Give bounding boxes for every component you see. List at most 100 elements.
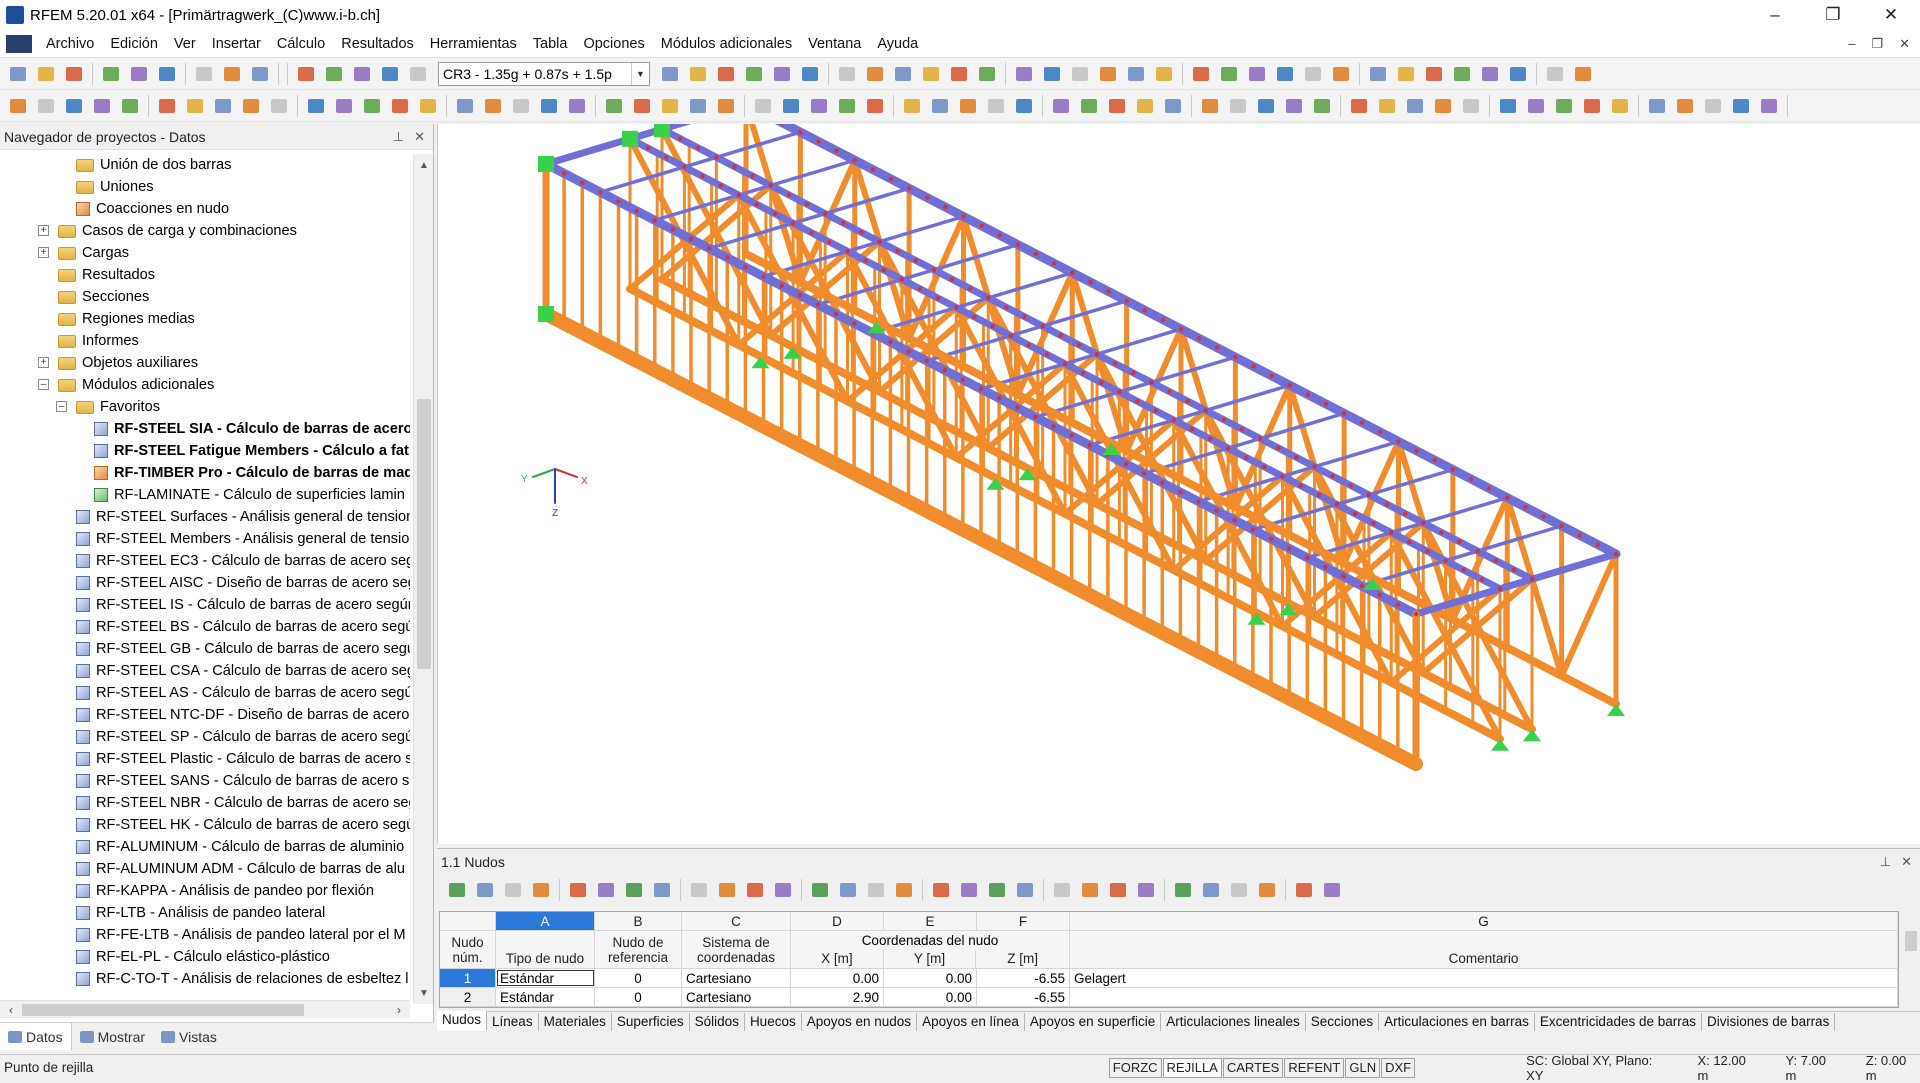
tree-item[interactable]: Coacciones en nudo [76, 198, 229, 220]
main-tool-button[interactable] [1506, 62, 1530, 86]
cell-tipo[interactable]: Estándar [496, 988, 595, 1006]
node-point[interactable] [996, 396, 1002, 401]
node-point[interactable] [833, 311, 839, 317]
tree-item[interactable]: + Casos de carga y combinaciones [38, 220, 297, 242]
node-point[interactable] [881, 267, 886, 273]
secondary-tool-button[interactable] [1552, 94, 1576, 118]
node-point[interactable] [1196, 499, 1201, 504]
secondary-tool-button[interactable] [388, 94, 412, 118]
table-row[interactable]: 1 Estándar 0 Cartesiano 0.00 0.00 -6.55 … [440, 969, 1898, 988]
tree-item[interactable]: RF-FE-LTB - Análisis de pandeo lateral p… [76, 924, 406, 946]
secondary-tool-button[interactable] [183, 94, 207, 118]
table-tool-button[interactable] [957, 878, 981, 902]
node-point[interactable] [1450, 467, 1456, 472]
secondary-tool-button[interactable] [90, 94, 114, 118]
expand-icon[interactable]: + [38, 357, 49, 368]
node-point[interactable] [961, 214, 966, 219]
cell-y[interactable]: 0.00 [884, 988, 977, 1006]
node-point[interactable] [960, 377, 966, 382]
main-tool-button[interactable] [798, 62, 822, 86]
node-point[interactable] [1529, 577, 1535, 582]
secondary-tool-button[interactable] [984, 94, 1008, 118]
table-tab[interactable]: Sólidos [689, 1013, 745, 1031]
node-point[interactable] [1087, 443, 1092, 448]
collapse-icon[interactable]: – [56, 401, 67, 412]
support-icon[interactable] [1523, 729, 1541, 742]
node-point[interactable] [1269, 373, 1274, 379]
node-point[interactable] [978, 386, 984, 392]
tree-item[interactable]: RF-STEEL NTC-DF - Diseño de barras de ac… [76, 704, 410, 726]
node-point[interactable] [1384, 502, 1390, 507]
node-point[interactable] [1316, 492, 1321, 498]
cell-y[interactable]: 0.00 [884, 969, 977, 987]
table-row[interactable]: 2 Estándar 0 Cartesiano 2.90 0.00 -6.55 [440, 988, 1898, 1007]
axis-x-line[interactable] [554, 468, 578, 478]
node-point[interactable] [1541, 514, 1546, 519]
node-point[interactable] [1099, 380, 1104, 385]
node-point[interactable] [645, 145, 651, 151]
node-point[interactable] [1352, 511, 1358, 516]
node-point[interactable] [1069, 433, 1074, 439]
cell-tipo[interactable]: Estándar [496, 969, 595, 987]
secondary-tool-button[interactable] [1347, 94, 1371, 118]
table-tool-button[interactable] [1106, 878, 1130, 902]
tree-item[interactable]: RF-STEEL HK - Cálculo de barras de acero… [76, 814, 410, 836]
table-tool-button[interactable] [864, 878, 888, 902]
node-point[interactable] [979, 223, 984, 229]
tree-item[interactable]: Unión de dos barras [76, 154, 231, 176]
table-tool-button[interactable] [501, 878, 525, 902]
node-point[interactable] [1167, 389, 1172, 394]
table-tool-button[interactable] [808, 878, 832, 902]
tree-item[interactable]: RF-TIMBER Pro - Cálculo de barras de mad [94, 462, 410, 484]
node-point[interactable] [1178, 489, 1183, 495]
secondary-tool-button[interactable] [1403, 94, 1427, 118]
main-tool-button[interactable] [34, 62, 58, 86]
node-point[interactable] [718, 183, 723, 188]
main-tool-button[interactable] [294, 62, 318, 86]
node-point[interactable] [863, 258, 868, 263]
tree-item[interactable]: Secciones [58, 286, 149, 308]
secondary-tool-button[interactable] [956, 94, 980, 118]
close-icon[interactable]: ✕ [414, 129, 425, 145]
node-point[interactable] [1479, 577, 1485, 582]
tree-item[interactable]: – Módulos adicionales [38, 374, 214, 396]
node-point[interactable] [725, 255, 730, 260]
main-tool-button[interactable] [742, 62, 766, 86]
table-tool-button[interactable] [771, 878, 795, 902]
secondary-tool-button[interactable] [509, 94, 533, 118]
col-letter-f[interactable]: F [977, 912, 1070, 930]
node-point[interactable] [1413, 611, 1419, 617]
node-point[interactable] [1135, 399, 1140, 404]
collapse-icon[interactable]: – [38, 379, 49, 390]
secondary-tool-button[interactable] [1161, 94, 1185, 118]
main-tool-button[interactable] [1571, 62, 1595, 86]
table-tab[interactable]: Apoyos en superficie [1024, 1013, 1162, 1031]
node-point[interactable] [561, 171, 567, 176]
node-point[interactable] [895, 248, 900, 254]
node-point[interactable] [1396, 439, 1401, 444]
secondary-tool-button[interactable] [658, 94, 682, 118]
support-icon[interactable] [1607, 704, 1625, 716]
node-point[interactable] [1251, 364, 1256, 369]
navigator-vscroll[interactable]: ▲ ▼ [413, 154, 433, 1004]
status-rejilla-button[interactable]: REJILLA [1162, 1057, 1222, 1078]
tree-item[interactable]: RF-STEEL BS - Cálculo de barras de acero… [76, 616, 410, 638]
doc-restore-button[interactable]: ❐ [1871, 36, 1883, 52]
secondary-tool-button[interactable] [1431, 94, 1455, 118]
tree-item[interactable]: + Cargas [38, 242, 129, 264]
restore-button[interactable]: ❐ [1804, 0, 1862, 30]
tab-datos[interactable]: Datos [0, 1023, 72, 1050]
tree-item[interactable]: + Objetos auxiliares [38, 352, 198, 374]
node-point[interactable] [688, 236, 694, 242]
menu-resultados[interactable]: Resultados [333, 36, 422, 52]
node-point[interactable] [1215, 345, 1220, 350]
fixed-support-icon[interactable] [654, 124, 670, 138]
table-tool-button[interactable] [1171, 878, 1195, 902]
main-tool-button[interactable] [1152, 62, 1176, 86]
menu-ayuda[interactable]: Ayuda [869, 36, 926, 52]
node-point[interactable] [1022, 314, 1027, 319]
secondary-tool-button[interactable] [1254, 94, 1278, 118]
tree-item[interactable]: – Favoritos [56, 396, 160, 418]
tree-item[interactable]: RF-EL-PL - Cálculo elástico-plástico [76, 946, 330, 968]
node-point[interactable] [1330, 473, 1335, 479]
